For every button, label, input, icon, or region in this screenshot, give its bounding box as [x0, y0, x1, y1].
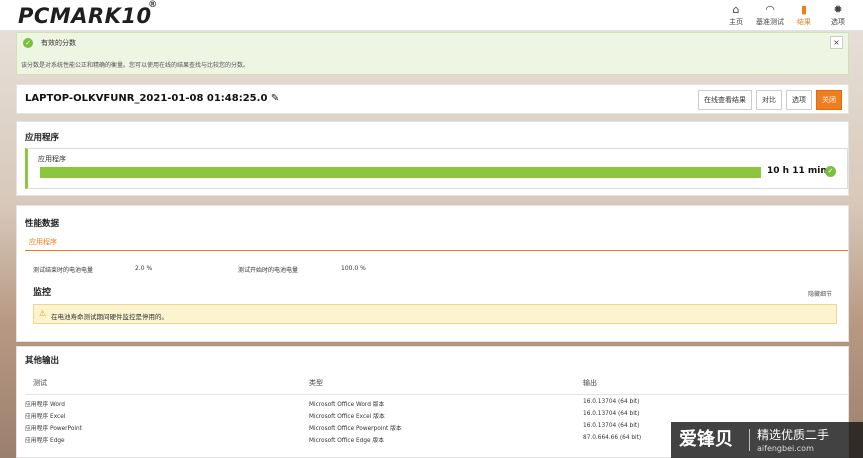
gauge-icon: ◠	[765, 3, 775, 16]
nav-home[interactable]: ⌂ 主页	[719, 3, 753, 27]
monitoring-warning: ⚠ 在电池寿命测试期间硬件监控是停用的。	[33, 304, 837, 324]
score-label: 应用程序	[38, 155, 66, 163]
battery-end-label: 测试结束时的电池电量	[33, 267, 94, 274]
battery-end-value: 2.0 %	[135, 265, 153, 272]
other-output-title: 其他输出	[25, 356, 60, 366]
table-row: 应用程序 Word Microsoft Office Word 版本 16.0.…	[25, 399, 640, 408]
column-header-type: 类型	[309, 379, 323, 387]
tab-application[interactable]: 应用程序	[29, 237, 57, 247]
watermark-url: aifengbei.com	[757, 444, 814, 453]
performance-section-title: 性能数据	[25, 219, 60, 229]
top-bar: PCMARK10 ® ⌂ 主页 ◠ 基准测试 ▮ 结果 ✹ 选项	[0, 0, 863, 31]
score-value: 10 h 11 min	[767, 166, 827, 176]
bar-chart-icon: ▮	[800, 3, 808, 16]
application-section-title: 应用程序	[25, 133, 60, 143]
battery-start-label: 测试开始时的电池电量	[238, 267, 299, 274]
column-header-test: 测试	[33, 379, 47, 387]
performance-data-section: 性能数据 应用程序 测试结束时的电池电量 2.0 % 测试开始时的电池电量 10…	[16, 205, 849, 342]
battery-start-value: 100.0 %	[341, 265, 366, 272]
gear-icon: ✹	[833, 3, 843, 16]
check-circle-icon: ✓	[825, 166, 836, 177]
header-divider	[25, 394, 848, 395]
check-circle-icon: ✓	[23, 38, 33, 48]
battery-life-bar-fill	[40, 167, 761, 178]
site-watermark: 爱锋贝 精选优质二手 aifengbei.com	[671, 422, 863, 458]
home-icon: ⌂	[732, 3, 740, 16]
compare-button[interactable]: 对比	[756, 90, 782, 110]
banner-title: 有效的分数	[41, 39, 76, 47]
nav-options[interactable]: ✹ 选项	[821, 3, 855, 27]
nav-benchmarks[interactable]: ◠ 基准测试	[753, 3, 787, 27]
table-row: 应用程序 Excel Microsoft Office Excel 版本 16.…	[25, 411, 640, 420]
pcmark-logo: PCMARK10 ®	[18, 0, 158, 28]
close-button[interactable]: 关闭	[816, 90, 842, 110]
battery-life-bar	[40, 167, 761, 178]
result-title-card: LAPTOP-OLKVFUNR_2021-01-08 01:48:25.0 ✎ …	[16, 84, 849, 114]
nav-results[interactable]: ▮ 结果	[787, 3, 821, 27]
application-score-box: 应用程序 10 h 11 min ✓	[25, 148, 848, 189]
view-online-button[interactable]: 在线查看结果	[698, 90, 752, 110]
result-actions: 在线查看结果 对比 选项 关闭	[698, 90, 842, 110]
edit-pencil-icon[interactable]: ✎	[271, 93, 279, 104]
close-banner-button[interactable]: ×	[830, 36, 843, 49]
watermark-divider	[749, 429, 750, 451]
result-name: LAPTOP-OLKVFUNR_2021-01-08 01:48:25.0 ✎	[25, 93, 280, 104]
watermark-tagline: 精选优质二手	[757, 428, 830, 442]
valid-score-banner: ✓ 有效的分数 × 该分数是对系统性能公正和精确的衡量。您可以使用在线的结果查找…	[16, 32, 849, 75]
banner-description: 该分数是对系统性能公正和精确的衡量。您可以使用在线的结果查找与比较您的分数。	[21, 62, 250, 69]
column-header-output: 输出	[583, 379, 597, 387]
main-nav: ⌂ 主页 ◠ 基准测试 ▮ 结果 ✹ 选项	[719, 3, 855, 27]
warning-icon: ⚠	[39, 309, 47, 318]
tab-underline	[25, 250, 848, 251]
hide-details-link[interactable]: 隐藏细节	[808, 289, 832, 298]
options-button[interactable]: 选项	[786, 90, 812, 110]
warning-text: 在电池寿命测试期间硬件监控是停用的。	[51, 313, 168, 321]
watermark-brand: 爱锋贝	[679, 429, 733, 450]
application-section: 应用程序 应用程序 10 h 11 min ✓	[16, 121, 849, 196]
monitoring-title: 监控	[33, 288, 52, 298]
